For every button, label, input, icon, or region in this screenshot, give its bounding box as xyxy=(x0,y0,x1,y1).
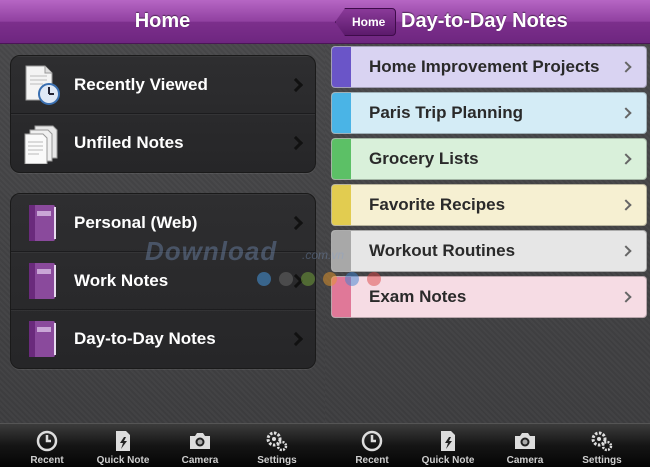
page-title: Day-to-Day Notes xyxy=(401,10,568,32)
home-screen: Home Recently Viewed Unfiled Notes Perso… xyxy=(0,0,325,467)
chevron-right-icon xyxy=(620,199,632,211)
section-label: Paris Trip Planning xyxy=(369,103,523,122)
home-group-primary: Recently Viewed Unfiled Notes xyxy=(10,55,316,173)
notebook-icon xyxy=(29,321,56,357)
section-color-tab xyxy=(332,139,351,179)
chevron-right-icon xyxy=(620,107,632,119)
section-row[interactable]: Grocery Lists xyxy=(331,138,647,180)
section-label: Favorite Recipes xyxy=(369,195,506,214)
watermark-dot xyxy=(279,272,293,286)
notes-pages-icon xyxy=(24,125,58,164)
notebook-icon xyxy=(29,262,56,299)
watermark-dot xyxy=(367,272,381,286)
tab-label: Recent xyxy=(30,455,64,466)
gears-icon xyxy=(266,431,288,452)
camera-icon xyxy=(190,433,210,449)
row-label: Unfiled Notes xyxy=(74,133,184,152)
chevron-right-icon xyxy=(620,291,632,303)
watermark-dot xyxy=(257,272,271,286)
chevron-right-icon xyxy=(620,61,632,73)
section-label: Grocery Lists xyxy=(369,149,479,168)
watermark-suffix: .com.vn xyxy=(302,248,345,262)
section-label: Workout Routines xyxy=(369,241,516,260)
tab-label: Recent xyxy=(355,455,389,466)
section-label: Exam Notes xyxy=(369,287,467,306)
camera-icon xyxy=(515,433,535,449)
chevron-right-icon xyxy=(288,215,304,230)
tab-quick-note[interactable]: Quick Note xyxy=(85,424,161,467)
tab-recent[interactable]: Recent xyxy=(334,424,410,467)
row-recently-viewed[interactable]: Recently Viewed xyxy=(11,56,315,114)
tab-bar: Recent Quick Note Camera Settings xyxy=(0,423,325,467)
chevron-right-icon xyxy=(620,153,632,165)
chevron-right-icon xyxy=(620,245,632,257)
quick-note-icon xyxy=(116,431,130,451)
section-row[interactable]: Workout Routines xyxy=(331,230,647,272)
row-label: Day-to-Day Notes xyxy=(74,329,216,348)
page-title: Home xyxy=(134,10,191,32)
back-button[interactable]: Home xyxy=(335,8,397,36)
tab-recent[interactable]: Recent xyxy=(9,424,85,467)
watermark-text: Download xyxy=(145,236,278,266)
watermark-dot xyxy=(301,272,315,286)
watermark-dot xyxy=(323,272,337,286)
row-unfiled-notes[interactable]: Unfiled Notes xyxy=(11,114,315,172)
tab-camera[interactable]: Camera xyxy=(162,424,238,467)
tab-label: Settings xyxy=(582,455,622,466)
gears-icon xyxy=(591,431,613,452)
tab-settings[interactable]: Settings xyxy=(239,424,315,467)
section-color-tab xyxy=(332,93,351,133)
tab-label: Camera xyxy=(506,455,544,466)
recent-doc-icon xyxy=(25,65,60,105)
section-row[interactable]: Home Improvement Projects xyxy=(331,46,647,88)
watermark-dots xyxy=(257,272,381,286)
tab-bar: Recent Quick Note Camera Settings xyxy=(325,423,650,467)
watermark-dot xyxy=(345,272,359,286)
tab-label: Camera xyxy=(181,455,219,466)
section-color-tab xyxy=(332,47,351,87)
quick-note-icon xyxy=(441,431,455,451)
row-label: Recently Viewed xyxy=(74,74,208,94)
chevron-right-icon xyxy=(288,331,304,347)
row-label: Work Notes xyxy=(74,270,169,290)
tab-label: Quick Note xyxy=(421,455,475,466)
notebook-icon xyxy=(29,204,56,241)
tab-label: Quick Note xyxy=(96,455,150,466)
tab-camera[interactable]: Camera xyxy=(487,424,563,467)
section-color-tab xyxy=(332,185,351,225)
clock-icon xyxy=(361,430,383,452)
row-notebook-day-to-day[interactable]: Day-to-Day Notes xyxy=(11,310,315,368)
clock-icon xyxy=(36,430,58,452)
tab-quick-note[interactable]: Quick Note xyxy=(410,424,486,467)
section-label: Home Improvement Projects xyxy=(369,57,600,76)
tab-settings[interactable]: Settings xyxy=(564,424,640,467)
notebook-navbar: Home Day-to-Day Notes xyxy=(325,0,650,44)
section-row[interactable]: Favorite Recipes xyxy=(331,184,647,226)
tab-label: Settings xyxy=(257,455,297,466)
section-row[interactable]: Paris Trip Planning xyxy=(331,92,647,134)
chevron-right-icon xyxy=(288,135,304,151)
home-navbar: Home xyxy=(0,0,325,44)
row-label: Personal (Web) xyxy=(74,212,198,232)
chevron-right-icon xyxy=(288,77,304,92)
